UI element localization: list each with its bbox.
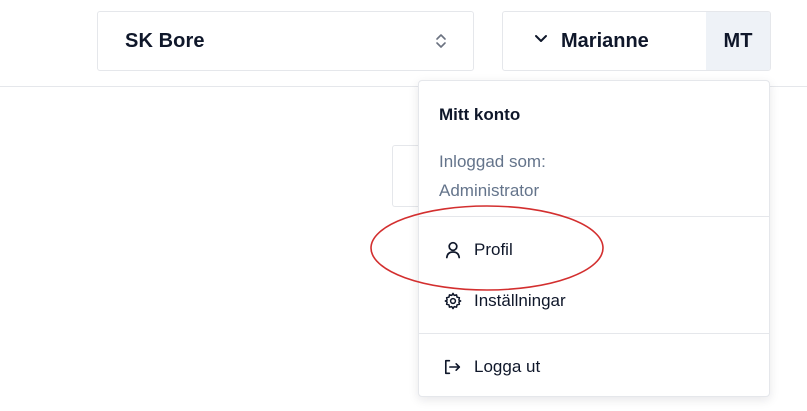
chevron-down-icon <box>533 32 549 50</box>
club-select[interactable]: SK Bore <box>97 11 474 71</box>
menu-divider <box>419 333 769 334</box>
menu-item-label: Profil <box>474 240 513 259</box>
menu-item-label: Inställningar <box>474 291 566 310</box>
menu-item-profil[interactable]: Profil <box>427 230 761 270</box>
user-menu-button[interactable]: Marianne MT <box>502 11 771 71</box>
avatar: MT <box>706 12 770 70</box>
menu-heading: Mitt konto <box>439 105 521 124</box>
menu-item-installningar[interactable]: Inställningar <box>427 281 761 321</box>
menu-item-label: Logga ut <box>474 357 541 376</box>
account-dropdown-menu: Mitt konto Inloggad som: Administrator P… <box>418 80 770 397</box>
logout-icon <box>444 358 462 376</box>
user-name-area[interactable]: Marianne <box>503 12 706 70</box>
user-name: Marianne <box>561 29 649 52</box>
user-icon <box>444 241 462 259</box>
menu-item-logga-ut[interactable]: Logga ut <box>427 347 761 387</box>
logged-in-label: Inloggad som: <box>439 152 546 171</box>
chevron-up-down-icon <box>435 32 447 50</box>
menu-divider <box>419 216 769 217</box>
club-select-value: SK Bore <box>125 29 205 52</box>
gear-icon <box>444 292 462 310</box>
user-role: Administrator <box>439 181 540 200</box>
logged-in-info: Inloggad som: Administrator <box>439 147 546 205</box>
